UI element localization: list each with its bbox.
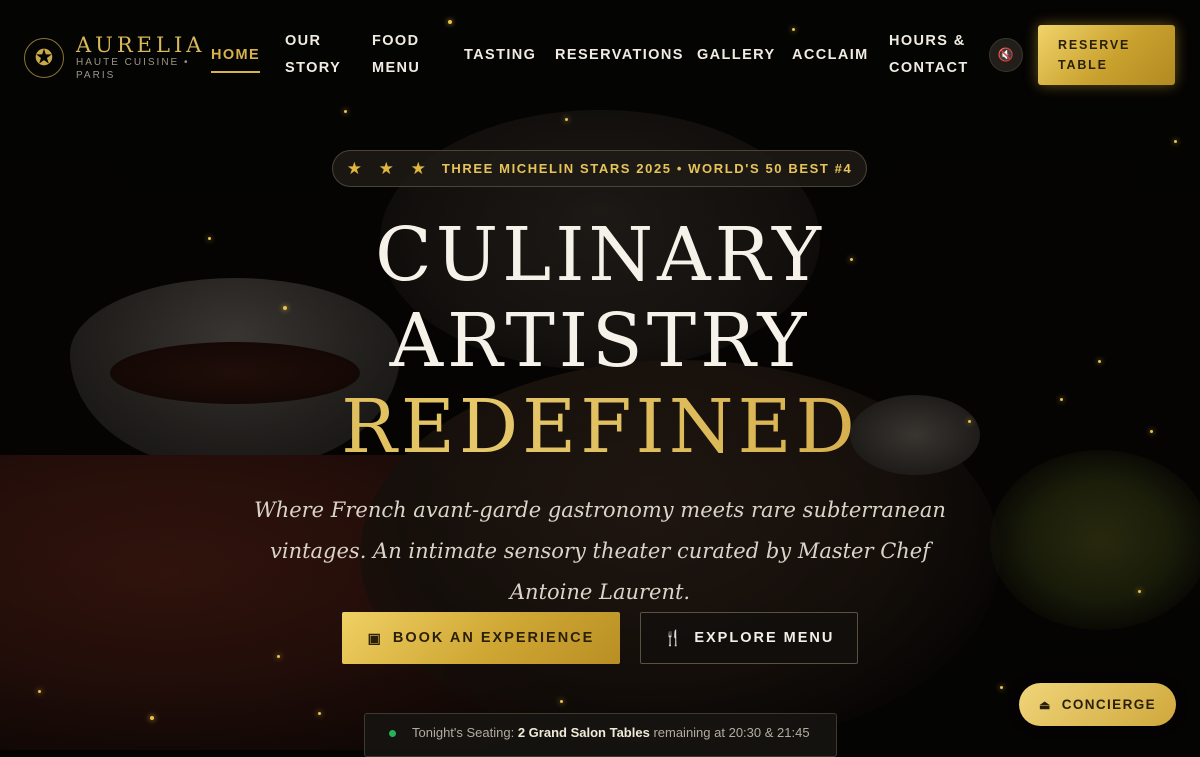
hero-lead-text: Where French avant-garde gastronomy meet… [254,498,946,604]
nav-our-story[interactable]: OUR STORY [285,28,345,82]
explore-menu-label: EXPLORE MENU [694,630,835,646]
nav-acclaim[interactable]: ACCLAIM [792,42,869,69]
seating-prefix: Tonight's Seating: [412,725,515,740]
seating-suffix: remaining at 20:30 & 21:45 [653,725,810,740]
brand-subtitle: HAUTE CUISINE • PARIS [76,57,190,81]
nav-tasting[interactable]: TASTING [464,42,536,69]
status-dot [389,730,396,738]
calendar-check-icon: ▣ [367,629,383,646]
hero-title-line-1: CULINARY [375,212,825,298]
badge-text: THREE MICHELIN STARS 2025 • WORLD'S 50 B… [441,161,853,176]
nav-gallery[interactable]: GALLERY [697,42,776,69]
brand-logo[interactable]: ✪ AURELIA HAUTE CUISINE • PARIS [24,34,205,82]
hero-title-line-3: REDEFINED [0,384,1200,470]
fork-knife-icon: 🍴 [663,630,685,647]
hero-title-line-2: ARTISTRY [389,298,811,384]
nav-hours-contact[interactable]: HOURS & CONTACT [889,28,969,82]
service-bell-icon: ⏏ [1038,697,1052,712]
speaker-muted-icon[interactable]: 🔇 [989,38,1023,72]
explore-menu-button[interactable]: 🍴 EXPLORE MENU [640,612,858,664]
concierge-label: CONCIERGE [1061,697,1157,712]
star-emblem-icon: ✪ [24,38,64,78]
book-experience-label: BOOK AN EXPERIENCE [392,630,595,646]
seating-highlight: 2 Grand Salon Tables [517,725,650,740]
nav-food-menu[interactable]: FOOD MENU [372,28,432,82]
star-icon: ★ ★ ★ [346,158,432,178]
brand-name: AURELIA [76,33,206,57]
book-experience-button[interactable]: ▣ BOOK AN EXPERIENCE [342,612,620,664]
reserve-table-button[interactable]: RESERVE TABLE [1038,25,1175,85]
nav-reservations[interactable]: RESERVATIONS [555,42,684,69]
concierge-button[interactable]: ⏏ CONCIERGE [1019,683,1176,726]
top-navbar: ✪ AURELIA HAUTE CUISINE • PARIS HOME OUR… [0,0,1200,112]
seating-availability-banner: Tonight's Seating: 2 Grand Salon Tables … [364,713,837,757]
nav-home[interactable]: HOME [211,42,261,73]
michelin-badge: ★ ★ ★ THREE MICHELIN STARS 2025 • WORLD'… [332,150,867,187]
